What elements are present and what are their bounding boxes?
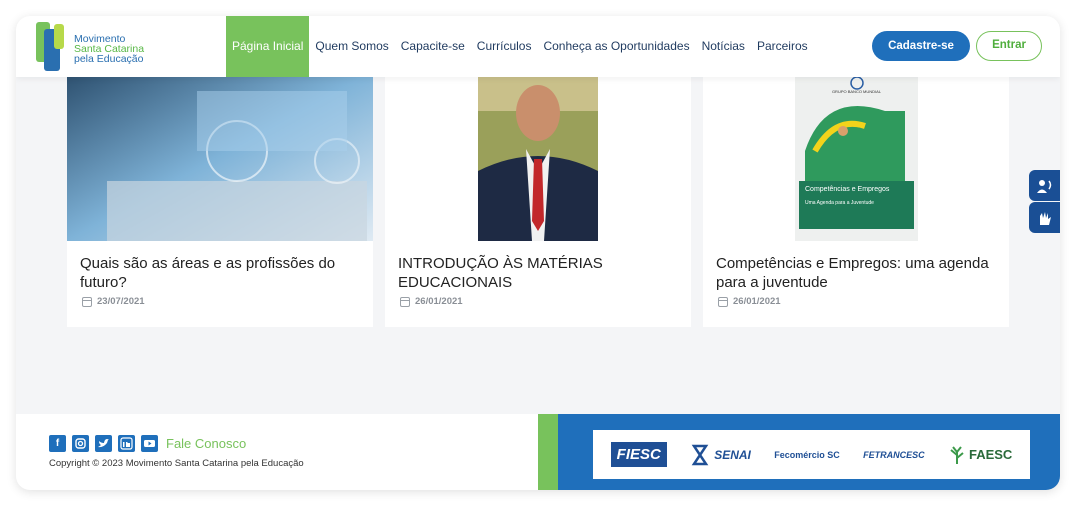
partner-fetrancesc[interactable]: FETRANCESC [863, 450, 925, 460]
nav-training[interactable]: Capacite-se [395, 16, 471, 77]
speaker-person-icon [1036, 179, 1051, 193]
footer-info: f Fale Conosco Copyright © 2023 Moviment… [16, 414, 538, 490]
footer-divider [538, 414, 558, 490]
twitter-icon[interactable] [95, 435, 112, 452]
instagram-icon[interactable] [72, 435, 89, 452]
nav-home[interactable]: Página Inicial [226, 16, 310, 77]
logo-text: Movimento Santa Catarina pela Educação [74, 33, 145, 65]
site-header: Movimento Santa Catarina pela Educação P… [16, 16, 1060, 77]
card-date: 23/07/2021 [82, 296, 145, 307]
site-logo[interactable]: Movimento Santa Catarina pela Educação [34, 19, 154, 74]
laptop-photo [67, 71, 373, 241]
portrait-photo [478, 71, 598, 241]
calendar-icon [82, 296, 92, 307]
calendar-icon [718, 296, 728, 307]
voice-accessibility-button[interactable] [1029, 170, 1060, 201]
calendar-icon [400, 296, 410, 307]
card-image-laptop[interactable] [67, 71, 373, 241]
book-subtitle: Uma Agenda para a Juventude [805, 200, 874, 206]
card-image-portrait[interactable] [478, 71, 598, 241]
partner-faesc[interactable]: FAESC [948, 445, 1012, 465]
sign-language-button[interactable] [1029, 202, 1060, 233]
facebook-icon[interactable]: f [49, 435, 66, 452]
linkedin-icon[interactable] [118, 435, 135, 452]
news-card-2[interactable]: INTRODUÇÃO ÀS MATÉRIAS EDUCACIONAIS 26/0… [385, 71, 691, 327]
youtube-icon[interactable] [141, 435, 158, 452]
card-title[interactable]: Competências e Empregos: uma agenda para… [716, 254, 996, 292]
nav-partners[interactable]: Parceiros [751, 16, 814, 77]
news-card-3[interactable]: GRUPO BANCO MUNDIAL Competências e Empre… [703, 71, 1009, 327]
senai-logo-icon [691, 444, 709, 465]
card-date: 26/01/2021 [400, 296, 463, 307]
partner-fiesc[interactable]: FIESC [610, 442, 667, 467]
nav-curricula[interactable]: Currículos [471, 16, 538, 77]
logo-mark-icon [36, 22, 64, 71]
copyright-text: Copyright © 2023 Movimento Santa Catarin… [49, 458, 304, 469]
card-title[interactable]: Quais são as áreas e as profissões do fu… [80, 254, 360, 292]
contact-link[interactable]: Fale Conosco [166, 436, 246, 451]
faesc-leaf-icon [950, 445, 964, 464]
book-title: Competências e Empregos [805, 186, 890, 193]
social-links: f Fale Conosco [49, 435, 246, 452]
book-publisher: GRUPO BANCO MUNDIAL [831, 89, 882, 94]
footer-partners-band: FIESC SENAI Fecomércio SC FETRANCESC FAE… [558, 414, 1060, 490]
card-title[interactable]: INTRODUÇÃO ÀS MATÉRIAS EDUCACIONAIS [398, 254, 678, 292]
card-image-book[interactable]: GRUPO BANCO MUNDIAL Competências e Empre… [795, 71, 918, 241]
page-frame: Quais são as áreas e as profissões do fu… [16, 16, 1060, 490]
partner-logos: FIESC SENAI Fecomércio SC FETRANCESC FAE… [593, 430, 1030, 479]
login-button[interactable]: Entrar [976, 31, 1042, 61]
main-nav: Página Inicial Quem Somos Capacite-se Cu… [226, 16, 814, 77]
news-card-1[interactable]: Quais são as áreas e as profissões do fu… [67, 71, 373, 327]
book-cover [795, 71, 918, 241]
partner-fecomercio[interactable]: Fecomércio SC [774, 450, 840, 460]
signup-button[interactable]: Cadastre-se [872, 31, 970, 61]
partner-senai[interactable]: SENAI [690, 444, 751, 466]
hands-icon [1039, 211, 1051, 225]
nav-opportunities[interactable]: Conheça as Oportunidades [537, 16, 695, 77]
card-date: 26/01/2021 [718, 296, 781, 307]
nav-news[interactable]: Notícias [696, 16, 751, 77]
nav-about[interactable]: Quem Somos [309, 16, 394, 77]
